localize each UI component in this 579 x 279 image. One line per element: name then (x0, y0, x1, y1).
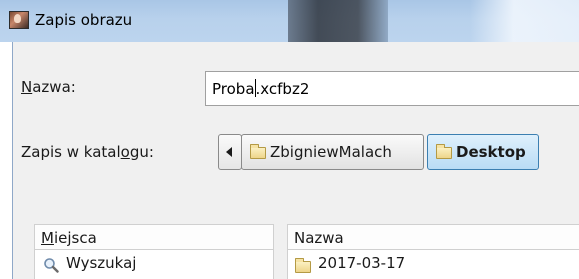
folder-icon (295, 258, 311, 273)
title-bar-background-image (288, 0, 388, 42)
filename-value-end: .xcfbz2 (255, 80, 310, 98)
places-header-rest: iejsca (53, 229, 97, 247)
places-item-label: Wyszukaj (66, 254, 137, 272)
folder-icon (436, 144, 452, 159)
filename-input[interactable]: Proba.xcfbz2 (205, 71, 579, 106)
name-label-mnemonic: N (21, 78, 33, 96)
folder-icon (250, 144, 266, 159)
app-icon (9, 11, 29, 29)
search-icon (44, 258, 59, 273)
column-header-name[interactable]: Nazwa (287, 224, 579, 250)
filename-value-start: Proba (212, 80, 255, 98)
places-header[interactable]: Miejsca (34, 224, 274, 250)
file-row-label: 2017-03-17 (318, 254, 406, 272)
file-list: 2017-03-17 (287, 250, 579, 279)
title-bar-glow (470, 0, 579, 42)
breadcrumb-desktop[interactable]: Desktop (427, 134, 539, 170)
folder-label-mnemonic: o (120, 143, 130, 161)
breadcrumb-label: Desktop (456, 143, 526, 161)
places-header-mnemonic: M (41, 229, 54, 247)
window-title: Zapis obrazu (35, 11, 133, 29)
places-list: Wyszukaj (34, 250, 274, 279)
places-item-search[interactable]: Wyszukaj (35, 250, 273, 279)
name-label: Nazwa: (21, 78, 76, 96)
breadcrumb-label: ZbigniewMalach (270, 143, 392, 161)
breadcrumb-zbigniewmalach[interactable]: ZbigniewMalach (241, 134, 424, 170)
name-label-rest: azwa: (32, 78, 76, 96)
folder-label: Zapis w katalogu: (21, 143, 154, 161)
title-bar[interactable]: Zapis obrazu (0, 0, 579, 42)
file-row-folder[interactable]: 2017-03-17 (288, 250, 579, 279)
save-image-dialog: Nazwa: Proba.xcfbz2 Zapis w katalogu: Zb… (12, 42, 579, 279)
path-back-button[interactable] (218, 134, 242, 170)
